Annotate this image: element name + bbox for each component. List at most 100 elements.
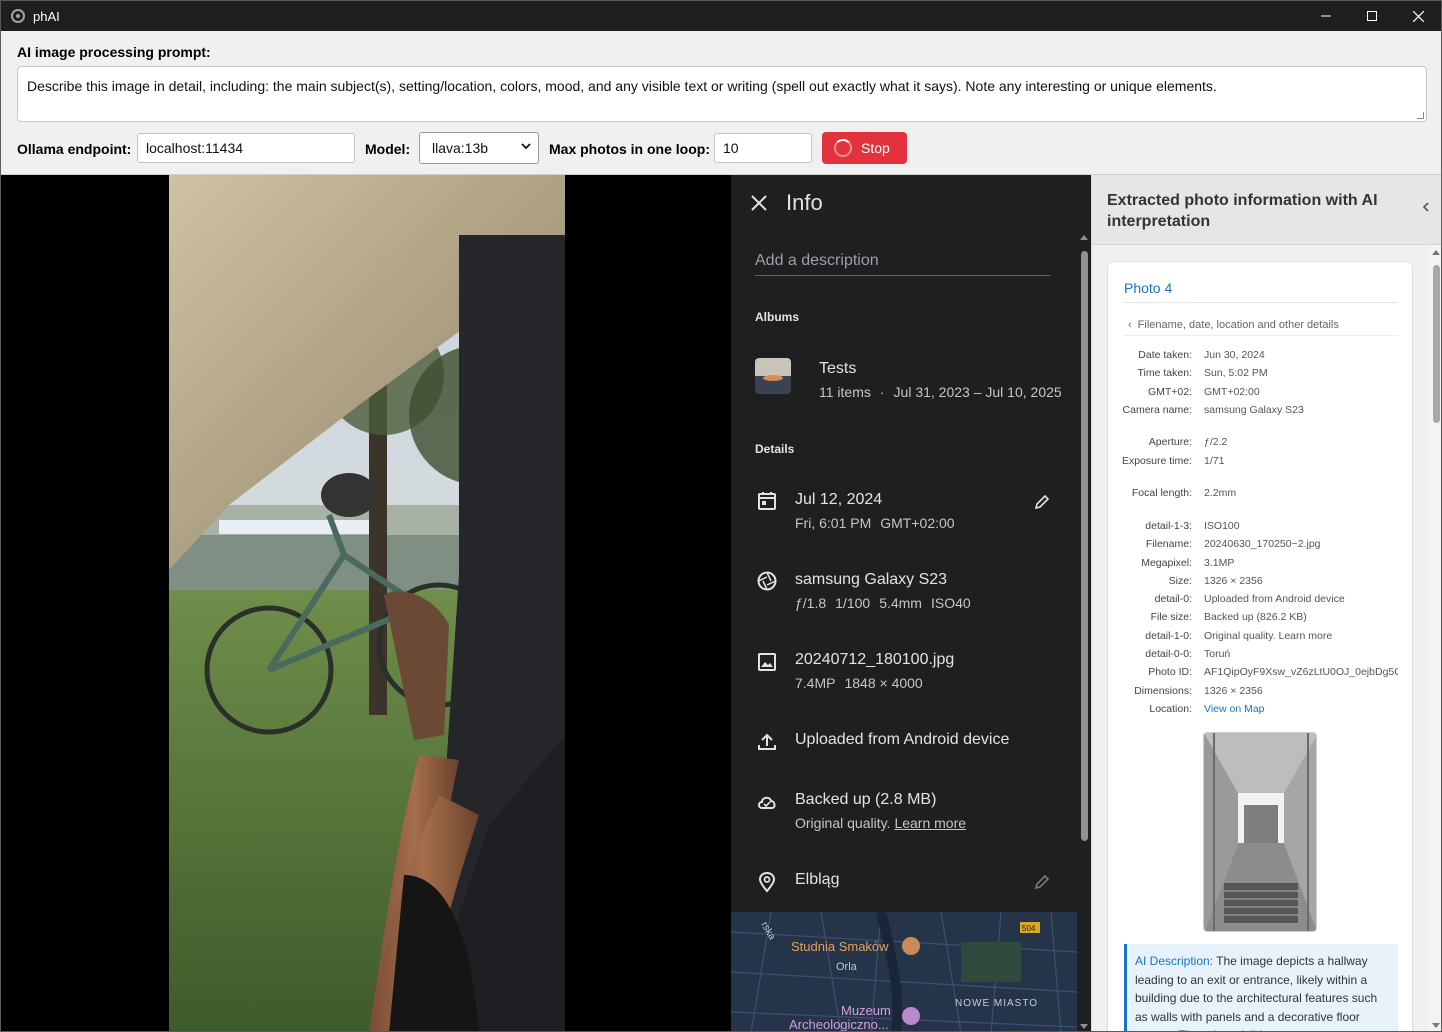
photo-card: Photo 4 ‹ Filename, date, location and ot… — [1107, 261, 1413, 1031]
close-icon — [1412, 10, 1424, 22]
learn-more-link[interactable]: Learn more — [894, 815, 966, 831]
hallway-photo — [1204, 733, 1316, 931]
location-pin-icon — [758, 871, 776, 893]
endpoint-input[interactable]: localhost:11434 — [137, 133, 355, 163]
close-window-button[interactable] — [1395, 1, 1441, 31]
camera-exposure: 1/100 — [835, 595, 871, 611]
album-image — [755, 358, 791, 394]
endpoint-label: Ollama endpoint: — [17, 141, 132, 157]
scroll-up-icon[interactable] — [1080, 235, 1088, 240]
detail-value: Toruń — [1204, 648, 1231, 660]
detail-key: Filename: — [1145, 538, 1192, 550]
detail-value: GMT+02:00 — [1204, 386, 1260, 398]
album-thumbnail[interactable] — [755, 358, 791, 394]
card-divider — [1124, 302, 1398, 303]
photo-thumbnail[interactable] — [1203, 732, 1317, 932]
map-label-studnia: Studnia Smaków — [791, 939, 889, 954]
album-range: Jul 31, 2023 – Jul 10, 2025 — [893, 384, 1062, 400]
scroll-down-icon[interactable] — [1080, 1024, 1088, 1029]
detail-key: detail-0: — [1154, 593, 1192, 605]
album-name[interactable]: Tests — [819, 360, 856, 378]
ai-description: AI Description: The image depicts a hall… — [1124, 944, 1398, 1031]
side-panel-header: Extracted photo information with AI inte… — [1092, 175, 1441, 245]
photo-viewer — [1, 175, 731, 1031]
detail-value: Original quality. Learn more — [1204, 630, 1333, 642]
stop-button-label: Stop — [861, 140, 890, 156]
map-label-orla: Orla — [836, 961, 858, 973]
detail-key: Date taken: — [1138, 349, 1192, 361]
minimize-button[interactable] — [1303, 1, 1349, 31]
map-label-nowe-miasto: NOWE MIASTO — [955, 998, 1038, 1009]
file-dimensions: 1848 × 4000 — [844, 675, 923, 691]
close-icon[interactable] — [749, 193, 769, 213]
location-map[interactable]: Studnia Smaków Orla Muzeum Archeologiczn… — [731, 912, 1077, 1031]
collapse-chevron-icon[interactable] — [1422, 201, 1430, 213]
detail-key: Exposure time: — [1121, 455, 1192, 467]
extracted-info-panel: Extracted photo information with AI inte… — [1091, 175, 1441, 1031]
detail-key: File size: — [1150, 611, 1192, 623]
detail-key: Size: — [1168, 575, 1192, 587]
detail-key: detail-1-3: — [1145, 520, 1192, 532]
minimize-icon — [1321, 15, 1331, 17]
photo-card-title: Photo 4 — [1124, 280, 1173, 296]
info-scrollbar[interactable] — [1077, 231, 1091, 1031]
app-icon — [11, 9, 25, 23]
backup-sub: Original quality. Learn more — [795, 815, 975, 831]
file-title: 20240712_180100.jpg — [795, 651, 955, 668]
info-title: Info — [786, 190, 823, 215]
details-toggle-label: Filename, date, location and other detai… — [1137, 319, 1339, 331]
prompt-textarea[interactable]: Describe this image in detail, including… — [17, 66, 1427, 122]
chevron-down-icon — [521, 143, 531, 150]
detail-value: ƒ/2.2 — [1204, 436, 1228, 448]
edit-date-icon[interactable] — [1033, 493, 1051, 511]
model-select[interactable]: llava:13b — [419, 132, 539, 164]
image-icon — [758, 653, 776, 671]
album-count: 11 items — [819, 384, 871, 400]
detail-key: Camera name: — [1122, 404, 1192, 416]
date-day-time: Fri, 6:01 PM — [795, 515, 872, 531]
side-scrollbar[interactable] — [1429, 245, 1441, 1031]
max-photos-input[interactable]: 10 — [714, 133, 812, 163]
details-toggle[interactable]: ‹ Filename, date, location and other deta… — [1128, 319, 1339, 331]
detail-value: AF1QipOyF9Xsw_vZ6zLtU0OJ_0ejbDg5G — [1204, 666, 1398, 678]
detail-value: 3.1MP — [1204, 557, 1235, 569]
file-megapixels: 7.4MP — [795, 675, 836, 691]
album-separator: · — [879, 384, 885, 400]
scroll-down-icon[interactable] — [1432, 1023, 1440, 1028]
albums-heading: Albums — [755, 310, 800, 324]
description-input[interactable]: Add a description — [755, 252, 1051, 276]
calendar-icon — [758, 492, 776, 510]
stop-button[interactable]: Stop — [822, 132, 907, 164]
details-heading: Details — [755, 442, 795, 456]
camera-aperture: ƒ/1.8 — [795, 595, 827, 611]
detail-key: Aperture: — [1148, 436, 1192, 448]
resize-grip-icon[interactable] — [1417, 112, 1424, 119]
maximize-button[interactable] — [1349, 1, 1395, 31]
detail-value: 1326 × 2356 — [1204, 685, 1263, 697]
detail-value: Jun 30, 2024 — [1204, 349, 1265, 361]
map-graphic: Studnia Smaków Orla Muzeum Archeologiczn… — [731, 912, 1077, 1031]
detail-value: 1/71 — [1204, 455, 1225, 467]
map-label-muzeum: Muzeum — [841, 1003, 891, 1018]
detail-key: detail-0-0: — [1145, 648, 1192, 660]
window-title: phAI — [33, 8, 60, 24]
backup-title: Backed up (2.8 MB) — [795, 791, 937, 808]
model-value: llava:13b — [432, 140, 489, 156]
detail-value: 20240630_170250~2.jpg — [1204, 538, 1321, 550]
title-bar: phAI — [1, 1, 1441, 31]
detail-key: Megapixel: — [1141, 557, 1192, 569]
camera-iso: ISO40 — [930, 595, 971, 611]
backup-quality: Original quality. — [795, 815, 891, 831]
edit-location-icon[interactable] — [1033, 873, 1051, 891]
scroll-thumb[interactable] — [1081, 251, 1088, 841]
scroll-up-icon[interactable] — [1432, 250, 1440, 255]
photo-image — [169, 175, 565, 1031]
detail-key: Location: — [1149, 703, 1192, 715]
camera-focal: 5.4mm — [879, 595, 922, 611]
aperture-icon — [757, 571, 777, 591]
spinner-icon — [834, 139, 852, 157]
view-on-map-link[interactable]: View on Map — [1204, 702, 1398, 716]
scroll-thumb[interactable] — [1433, 265, 1440, 423]
ai-description-label: AI Description: — [1135, 954, 1214, 968]
app-window: phAI AI image processing prompt: Describ… — [0, 0, 1442, 1032]
